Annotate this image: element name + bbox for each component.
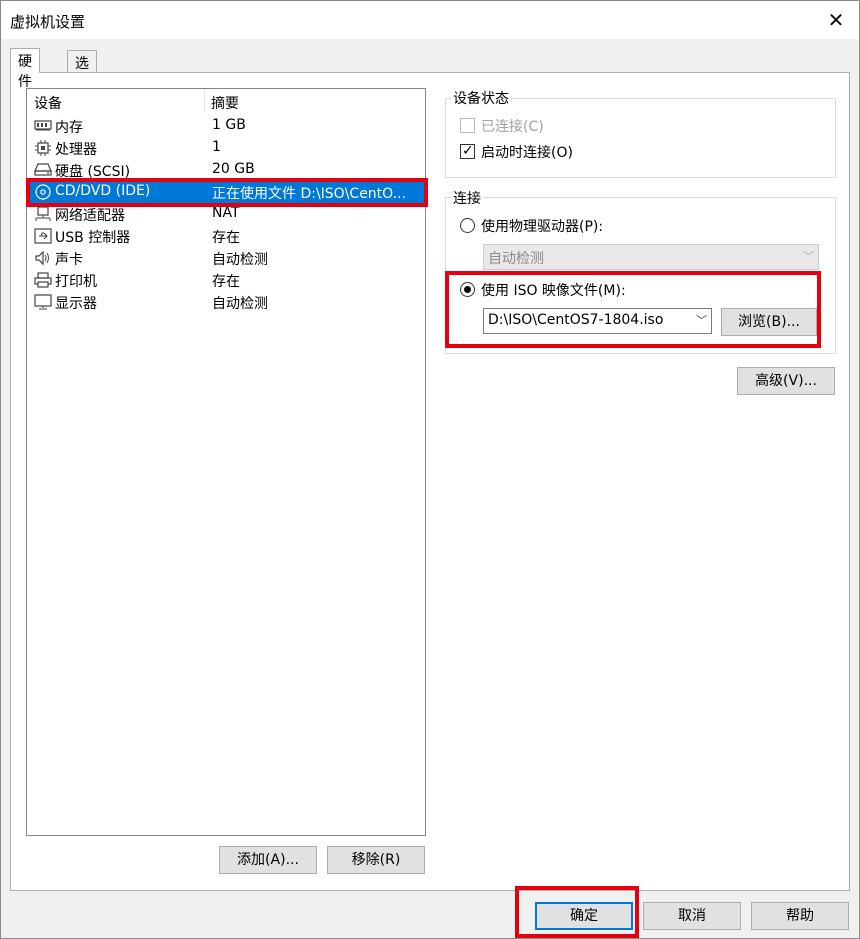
tab-hardware[interactable]: 硬件 (10, 48, 40, 90)
chevron-down-icon[interactable]: ﹀ (696, 312, 707, 328)
device-status-title: 设备状态 (451, 88, 511, 108)
device-summary: 自动检测 (212, 252, 268, 268)
physical-drive-select-value: 自动检测 (488, 251, 544, 267)
browse-button[interactable]: 浏览(B)... (721, 308, 817, 336)
iso-image-label: 使用 ISO 映像文件(M): (481, 283, 626, 299)
cd-dvd-icon (33, 184, 53, 200)
device-row-display[interactable]: 显示器 自动检测 (28, 291, 425, 313)
radio-selected-dot (464, 286, 471, 293)
tab-options[interactable]: 选项 (67, 50, 97, 92)
device-summary: 1 GB (212, 117, 246, 133)
device-row-cd-dvd[interactable]: CD/DVD (IDE) 正在使用文件 D:\ISO\CentO... (28, 181, 425, 203)
add-device-button[interactable]: 添加(A)... (219, 846, 317, 874)
connect-at-power-on-label: 启动时连接(O) (481, 145, 573, 161)
processor-icon (33, 140, 53, 156)
device-row-processor[interactable]: 处理器 1 (28, 137, 425, 159)
sound-card-icon (33, 250, 53, 266)
network-adapter-icon (33, 206, 53, 222)
physical-drive-radio[interactable] (460, 218, 475, 233)
iso-path-value: D:\ISO\CentOS7-1804.iso (488, 312, 664, 328)
device-summary: 存在 (212, 274, 240, 290)
device-summary: 正在使用文件 D:\ISO\CentO... (212, 186, 406, 202)
device-row-sound-card[interactable]: 声卡 自动检测 (28, 247, 425, 269)
device-list-header: 设备 摘要 (27, 89, 425, 113)
device-row-printer[interactable]: 打印机 存在 (28, 269, 425, 291)
device-name: 显示器 (55, 296, 97, 312)
device-list[interactable]: 设备 摘要 内存 1 GB 处理器 1 硬盘 (SCSI) 20 GB CD/D… (26, 88, 426, 836)
iso-path-combobox[interactable]: D:\ISO\CentOS7-1804.iso ﹀ (483, 308, 712, 334)
device-summary: 20 GB (212, 161, 255, 177)
usb-controller-icon (33, 228, 53, 244)
device-name: USB 控制器 (55, 230, 131, 246)
check-icon: ✓ (462, 143, 474, 159)
column-divider[interactable] (204, 89, 205, 113)
memory-icon (33, 118, 53, 134)
device-name: 内存 (55, 120, 83, 136)
device-status-group (445, 98, 836, 178)
cancel-button[interactable]: 取消 (643, 902, 741, 930)
device-name: 声卡 (55, 252, 83, 268)
device-summary: 自动检测 (212, 296, 268, 312)
hard-disk-icon (33, 162, 53, 178)
chevron-down-icon: ﹀ (803, 250, 814, 263)
title-bar: 虚拟机设置 ✕ (1, 1, 859, 39)
device-row-hard-disk[interactable]: 硬盘 (SCSI) 20 GB (28, 159, 425, 181)
help-button[interactable]: 帮助 (751, 902, 849, 930)
column-header-device[interactable]: 设备 (34, 93, 62, 113)
physical-drive-select[interactable]: 自动检测 ﹀ (483, 244, 819, 270)
connected-label: 已连接(C) (481, 119, 544, 135)
device-name: 打印机 (55, 274, 97, 290)
vm-settings-window: 虚拟机设置 ✕ 硬件 选项 设备 摘要 内存 1 GB 处理器 1 (0, 0, 860, 939)
ok-button[interactable]: 确定 (535, 902, 633, 930)
remove-device-button[interactable]: 移除(R) (327, 846, 425, 874)
device-name: 处理器 (55, 142, 97, 158)
close-icon[interactable]: ✕ (819, 3, 853, 37)
window-title: 虚拟机设置 (10, 13, 86, 31)
advanced-button[interactable]: 高级(V)... (737, 367, 835, 395)
connection-title: 连接 (451, 188, 483, 208)
iso-image-radio[interactable] (460, 282, 475, 297)
connect-at-power-on-checkbox[interactable]: ✓ (460, 143, 475, 159)
device-row-network-adapter[interactable]: 网络适配器 NAT (28, 203, 425, 225)
device-row-memory[interactable]: 内存 1 GB (28, 115, 425, 137)
column-header-summary[interactable]: 摘要 (211, 93, 239, 113)
device-summary: 存在 (212, 230, 240, 246)
device-summary: NAT (212, 205, 240, 221)
connected-checkbox[interactable] (460, 118, 475, 133)
display-icon (33, 294, 53, 310)
printer-icon (33, 272, 53, 288)
device-summary: 1 (212, 139, 221, 155)
device-row-usb-controller[interactable]: USB 控制器 存在 (28, 225, 425, 247)
device-name: 硬盘 (SCSI) (55, 164, 131, 180)
physical-drive-label: 使用物理驱动器(P): (481, 219, 604, 235)
device-name: 网络适配器 (55, 208, 125, 224)
device-name: CD/DVD (IDE) (55, 183, 151, 199)
